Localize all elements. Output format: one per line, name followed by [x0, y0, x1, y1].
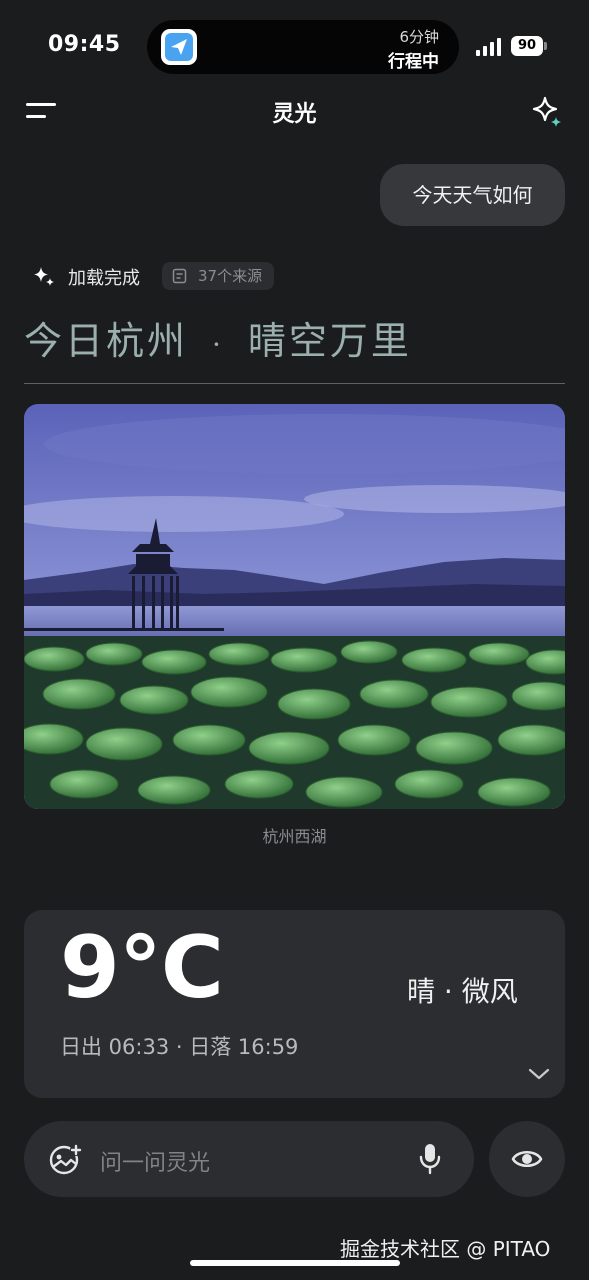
eye-icon [511, 1150, 543, 1168]
load-status: 加载完成 [68, 268, 140, 289]
trip-minutes: 6分钟 [399, 28, 439, 46]
dynamic-island[interactable]: 6分钟 行程中 [147, 20, 459, 74]
ask-input[interactable] [24, 1121, 474, 1197]
weather-condition: 晴 · 微风 [407, 975, 518, 1008]
sun-times: 日出 06:33 · 日落 16:59 [60, 1035, 299, 1059]
battery-level: 90 [511, 36, 543, 56]
trip-status: 行程中 [388, 52, 439, 72]
home-indicator[interactable] [190, 1260, 400, 1266]
chevron-down-icon[interactable] [527, 1066, 551, 1082]
lake-photo[interactable] [24, 404, 565, 809]
headline-city: 今日杭州 [24, 319, 189, 363]
microphone-icon[interactable] [418, 1142, 442, 1176]
divider [24, 383, 565, 384]
image-add-icon[interactable] [48, 1142, 82, 1176]
signal-icon [476, 38, 501, 56]
user-message-bubble: 今天天气如何 [380, 164, 565, 226]
status-time: 09:45 [48, 32, 121, 57]
headline-summary: 晴空万里 [247, 319, 412, 363]
sparkle-icon [34, 267, 54, 286]
headline-separator: · [212, 328, 224, 361]
watermark: 掘金技术社区 @ PITAO [340, 1237, 551, 1261]
ask-placeholder[interactable]: 问一问灵光 [100, 1145, 210, 1177]
page-title: 灵光 [272, 102, 317, 127]
vision-button[interactable] [489, 1121, 565, 1197]
sources-badge[interactable]: 37个来源 [162, 262, 275, 290]
sources-count: 37个来源 [198, 267, 263, 285]
sparkle-icon[interactable] [530, 95, 564, 129]
navigation-app-icon [161, 29, 197, 65]
document-icon [172, 268, 187, 284]
temperature: 9°C [60, 918, 224, 1018]
photo-caption: 杭州西湖 [262, 827, 327, 846]
result-headline: 今日杭州 · 晴空万里 [24, 310, 412, 365]
battery-tip [544, 42, 547, 50]
